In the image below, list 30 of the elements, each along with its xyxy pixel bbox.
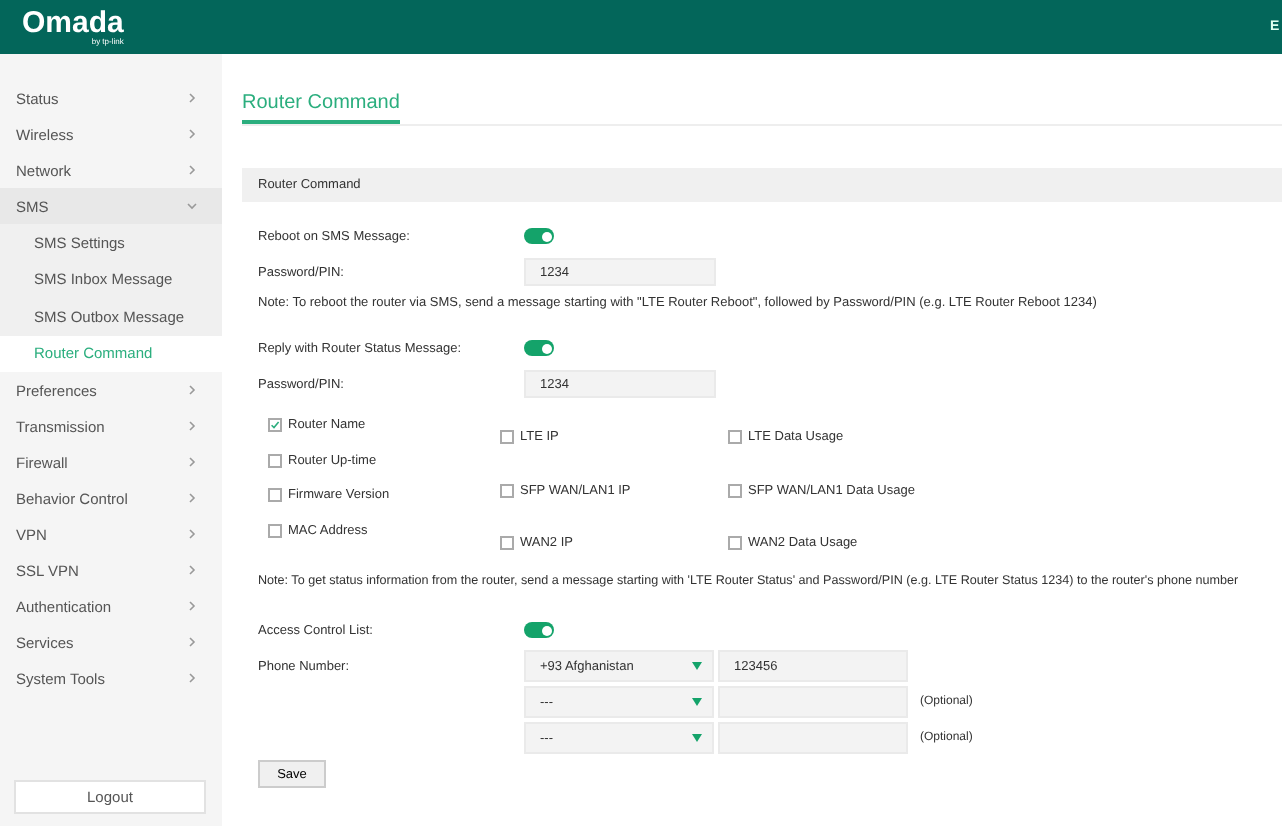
checkbox[interactable] — [500, 430, 514, 444]
caret-icon — [692, 662, 702, 670]
checkbox[interactable] — [728, 483, 742, 497]
chevron-icon — [186, 128, 198, 140]
toggle-switch[interactable] — [524, 228, 554, 244]
checkbox[interactable] — [728, 430, 742, 444]
chevron-icon — [186, 636, 198, 648]
checkbox[interactable] — [500, 483, 514, 497]
chevron-icon — [186, 200, 198, 212]
toggle-switch[interactable] — [524, 340, 554, 356]
chevron-icon — [186, 164, 198, 176]
caret-icon — [692, 734, 702, 742]
chevron-icon — [186, 528, 198, 540]
toggle-switch[interactable] — [524, 622, 554, 638]
caret-icon — [692, 698, 702, 706]
checkbox[interactable] — [500, 536, 514, 550]
chevron-icon — [186, 420, 198, 432]
checkbox[interactable] — [268, 488, 282, 503]
chevron-icon — [186, 672, 198, 684]
chevron-icon — [186, 384, 198, 396]
chevron-icon — [186, 492, 198, 504]
chevron-icon — [186, 600, 198, 612]
chevron-icon — [186, 564, 198, 576]
logo: Omada — [22, 8, 124, 38]
checkbox[interactable] — [728, 536, 742, 550]
checkbox[interactable] — [268, 418, 282, 432]
checkbox[interactable] — [268, 453, 282, 468]
checkbox[interactable] — [268, 523, 282, 538]
chevron-icon — [186, 92, 198, 104]
chevron-icon — [186, 456, 198, 468]
